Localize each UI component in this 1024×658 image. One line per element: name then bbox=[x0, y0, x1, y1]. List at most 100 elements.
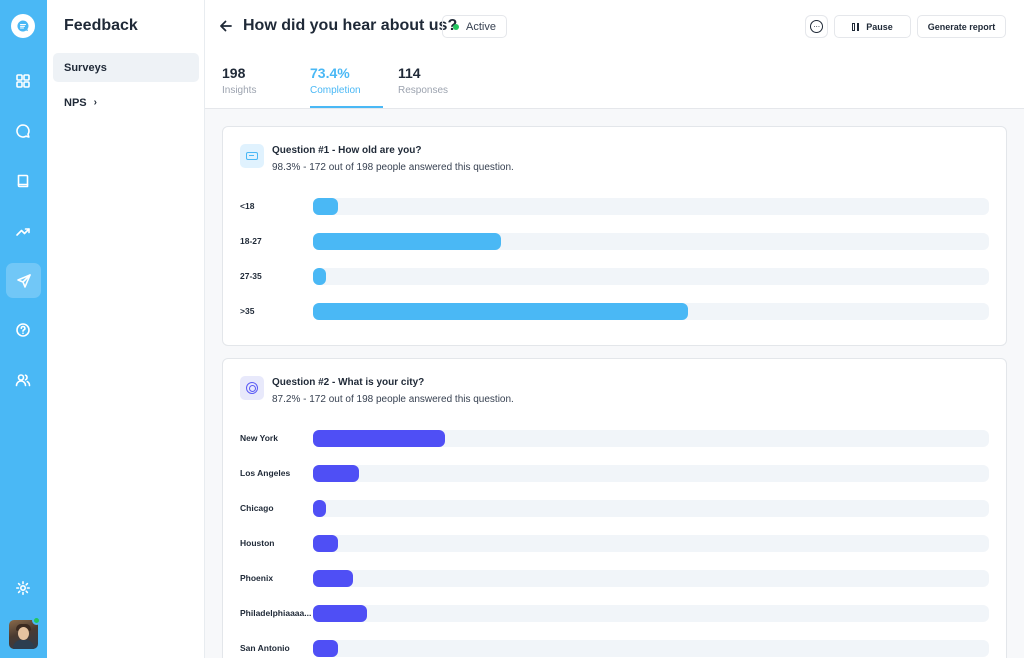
question-card: Question #1 - How old are you? 98.3% - 1… bbox=[222, 126, 1007, 346]
bar-fill bbox=[313, 303, 688, 320]
status-dot bbox=[453, 23, 459, 30]
bar-fill bbox=[313, 233, 501, 250]
book-icon[interactable] bbox=[9, 167, 37, 195]
avatar-face bbox=[18, 627, 29, 640]
input-field-icon bbox=[240, 144, 264, 168]
question-card: Question #2 - What is your city? 87.2% -… bbox=[222, 358, 1007, 658]
stat-label: Completion bbox=[310, 85, 361, 96]
radio-target-glyph bbox=[246, 382, 258, 394]
help-icon[interactable] bbox=[9, 316, 37, 344]
stat-label: Responses bbox=[398, 85, 449, 96]
bar-row: <18 bbox=[223, 198, 1008, 215]
pause-button[interactable]: Pause bbox=[834, 15, 911, 38]
settings-icon[interactable] bbox=[9, 574, 37, 602]
bar-fill bbox=[313, 500, 326, 517]
stat-value: 114 bbox=[398, 65, 421, 81]
bar-row: 27-35 bbox=[223, 268, 1008, 285]
bar-row: Los Angeles bbox=[223, 465, 1008, 482]
bar-fill bbox=[313, 465, 359, 482]
stat-label: Insights bbox=[222, 85, 257, 96]
avatar-body bbox=[13, 640, 34, 649]
tab-completion[interactable]: 73.4% Completion bbox=[310, 65, 361, 96]
input-field-glyph bbox=[246, 152, 258, 160]
users-icon[interactable] bbox=[9, 366, 37, 394]
bar-fill bbox=[313, 640, 338, 657]
bar-label: Los Angeles bbox=[240, 468, 291, 478]
bar-label: 27-35 bbox=[240, 271, 262, 281]
bar-track bbox=[313, 268, 989, 285]
stat-value: 198 bbox=[222, 65, 246, 81]
more-options-button[interactable]: ··· bbox=[805, 15, 828, 38]
generate-report-label: Generate report bbox=[927, 21, 996, 32]
tab-insights[interactable]: 198 Insights bbox=[222, 65, 256, 96]
active-tab-indicator bbox=[310, 106, 383, 108]
chevron-right-icon: › bbox=[93, 97, 97, 108]
bar-fill bbox=[313, 268, 326, 285]
bar-label: Philadelphiaaaa... bbox=[240, 608, 312, 618]
pause-bar bbox=[856, 22, 860, 31]
bar-row: New York bbox=[223, 430, 1008, 447]
more-horizontal-icon: ··· bbox=[810, 20, 823, 33]
bar-fill bbox=[313, 535, 338, 552]
bar-label: Houston bbox=[240, 538, 275, 548]
bar-fill bbox=[313, 198, 338, 215]
sidebar-item-surveys[interactable]: Surveys bbox=[53, 53, 199, 82]
bar-track bbox=[313, 430, 989, 447]
bar-track bbox=[313, 233, 989, 250]
bar-row: Phoenix bbox=[223, 570, 1008, 587]
bar-track bbox=[313, 303, 989, 320]
bar-row: Philadelphiaaaa... bbox=[223, 605, 1008, 622]
logo-icon[interactable] bbox=[11, 14, 35, 38]
tab-responses[interactable]: 114 Responses bbox=[398, 65, 448, 96]
bar-track bbox=[313, 535, 989, 552]
bar-fill bbox=[313, 570, 353, 587]
pause-bar bbox=[852, 22, 855, 31]
bar-track bbox=[313, 500, 989, 517]
bar-label: Chicago bbox=[240, 503, 274, 513]
bar-track bbox=[313, 640, 989, 657]
question-summary: 98.3% - 172 out of 198 people answered t… bbox=[272, 162, 514, 173]
stat-value: 73.4% bbox=[310, 65, 350, 81]
bar-track bbox=[313, 465, 989, 482]
bar-track bbox=[313, 605, 989, 622]
feedback-sidebar: Feedback Surveys NPS › bbox=[47, 0, 205, 658]
sidebar-item-label: NPS bbox=[64, 96, 87, 109]
page-header: How did you hear about us? Active ··· Pa… bbox=[205, 0, 1024, 54]
logo-glyph bbox=[17, 20, 29, 32]
send-icon[interactable] bbox=[6, 263, 41, 298]
bar-label: <18 bbox=[240, 201, 255, 211]
survey-results: Question #1 - How old are you? 98.3% - 1… bbox=[205, 109, 1024, 658]
app: Feedback Surveys NPS › How did you hear … bbox=[0, 0, 1024, 658]
bar-label: Phoenix bbox=[240, 573, 274, 583]
question-summary: 87.2% - 172 out of 198 people answered t… bbox=[272, 394, 514, 405]
page-title: How did you hear about us? bbox=[243, 17, 458, 34]
bar-fill bbox=[313, 430, 445, 447]
sidebar-title: Feedback bbox=[64, 17, 138, 34]
question-title: Question #1 - How old are you? bbox=[272, 145, 422, 156]
bar-label: New York bbox=[240, 433, 278, 443]
status-badge: Active bbox=[442, 15, 507, 38]
trending-icon[interactable] bbox=[9, 217, 37, 245]
pause-label: Pause bbox=[866, 21, 893, 32]
icon-rail bbox=[0, 0, 47, 658]
chat-icon[interactable] bbox=[9, 117, 37, 145]
bar-row: Houston bbox=[223, 535, 1008, 552]
sidebar-item-label: Surveys bbox=[64, 61, 107, 74]
bar-row: >35 bbox=[223, 303, 1008, 320]
pause-icon bbox=[852, 22, 860, 31]
bar-label: San Antonio bbox=[240, 643, 290, 653]
question-title: Question #2 - What is your city? bbox=[272, 377, 425, 388]
arrow-left-icon bbox=[220, 20, 232, 32]
bar-fill bbox=[313, 605, 367, 622]
bar-label: 18-27 bbox=[240, 236, 262, 246]
online-status-dot bbox=[32, 616, 41, 625]
status-label: Active bbox=[466, 20, 496, 33]
sidebar-item-nps[interactable]: NPS › bbox=[53, 88, 199, 117]
back-button[interactable] bbox=[217, 17, 235, 35]
bar-row: Chicago bbox=[223, 500, 1008, 517]
generate-report-button[interactable]: Generate report bbox=[917, 15, 1006, 38]
radio-target-icon bbox=[240, 376, 264, 400]
bar-track bbox=[313, 570, 989, 587]
bar-row: 18-27 bbox=[223, 233, 1008, 250]
dashboard-icon[interactable] bbox=[9, 67, 37, 95]
